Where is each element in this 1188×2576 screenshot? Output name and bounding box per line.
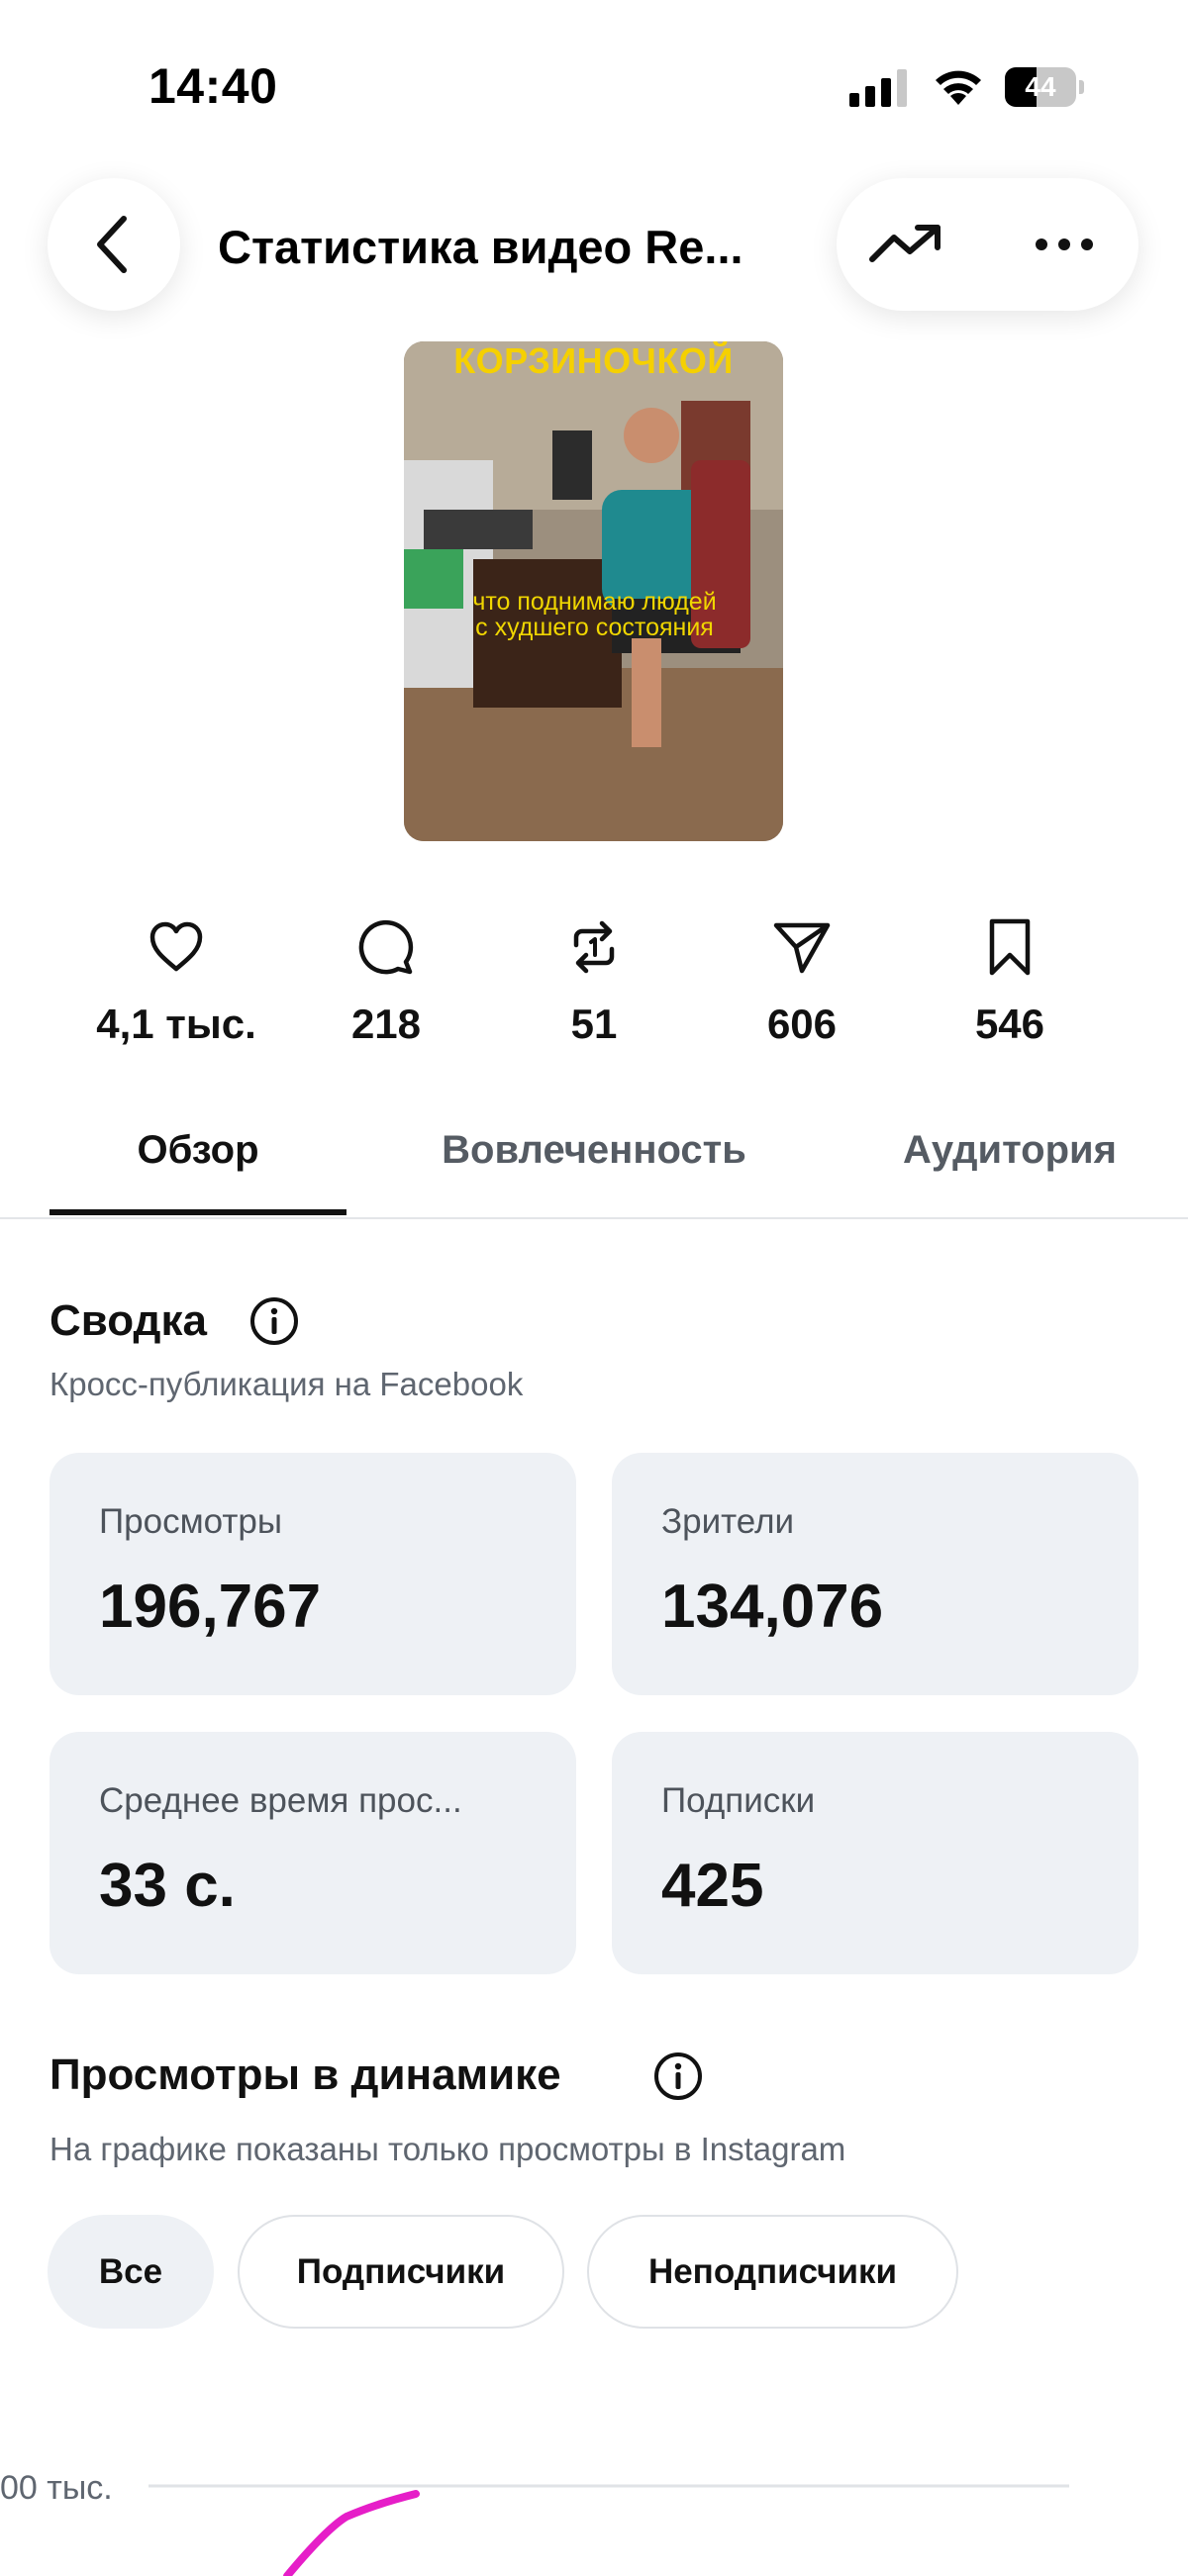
shares-count: 606 bbox=[766, 1001, 838, 1047]
avg-watch-time-card[interactable]: Среднее время прос... 33 с. bbox=[50, 1732, 576, 1974]
filter-chip-followers[interactable]: Подписчики bbox=[238, 2215, 564, 2329]
card-label: Среднее время прос... bbox=[99, 1781, 462, 1820]
video-thumbnail[interactable]: КОРЗИНОЧКОЙ что поднимаю людей с худшего… bbox=[404, 341, 783, 841]
reposts-count: 51 bbox=[570, 1001, 618, 1047]
more-horizontal-icon bbox=[1036, 239, 1093, 250]
video-caption-top: КОРЗИНОЧКОЙ bbox=[453, 341, 734, 381]
views-series-line bbox=[283, 2490, 420, 2576]
battery-percent: 44 bbox=[1025, 71, 1056, 102]
back-button[interactable] bbox=[48, 178, 180, 311]
card-label: Зрители bbox=[661, 1502, 795, 1541]
filter-chip-non-followers[interactable]: Неподписчики bbox=[587, 2215, 958, 2329]
header-actions bbox=[837, 178, 1138, 311]
page-title: Статистика видео Re... bbox=[218, 221, 743, 273]
cellular-signal-icon bbox=[849, 69, 907, 107]
reposts-stat[interactable]: 51 bbox=[495, 915, 693, 1048]
more-button[interactable] bbox=[1020, 210, 1109, 279]
comment-icon bbox=[358, 919, 414, 975]
card-label: Просмотры bbox=[99, 1502, 282, 1541]
active-tab-indicator bbox=[50, 1209, 346, 1215]
tab-audience[interactable]: Аудитория bbox=[851, 1128, 1168, 1173]
comments-count: 218 bbox=[350, 1001, 422, 1047]
card-value: 134,076 bbox=[661, 1573, 884, 1641]
summary-title: Сводка bbox=[50, 1296, 207, 1345]
status-bar: 14:40 44 bbox=[0, 0, 1188, 158]
shares-stat[interactable]: 606 bbox=[703, 915, 901, 1048]
trend-button[interactable] bbox=[861, 210, 950, 279]
saves-stat[interactable]: 546 bbox=[911, 915, 1109, 1048]
views-dynamics-subtitle: На графике показаны только просмотры в I… bbox=[50, 2131, 846, 2167]
follows-card[interactable]: Подписки 425 bbox=[612, 1732, 1138, 1974]
viewers-card[interactable]: Зрители 134,076 bbox=[612, 1453, 1138, 1695]
wifi-icon bbox=[936, 70, 981, 105]
bookmark-icon bbox=[989, 918, 1031, 976]
heart-icon bbox=[149, 921, 203, 972]
comments-stat[interactable]: 218 bbox=[287, 915, 485, 1048]
tab-overview[interactable]: Обзор bbox=[50, 1128, 346, 1173]
likes-stat[interactable]: 4,1 тыс. bbox=[77, 915, 275, 1048]
card-value: 425 bbox=[661, 1852, 764, 1920]
send-icon bbox=[773, 922, 831, 974]
trending-up-icon bbox=[869, 225, 940, 262]
repost-icon bbox=[573, 920, 615, 974]
filter-chip-all[interactable]: Все bbox=[48, 2215, 214, 2329]
likes-count: 4,1 тыс. bbox=[96, 1001, 256, 1047]
info-icon[interactable] bbox=[249, 1296, 299, 1346]
views-chart bbox=[148, 2484, 1069, 2576]
saves-count: 546 bbox=[974, 1001, 1045, 1047]
views-card[interactable]: Просмотры 196,767 bbox=[50, 1453, 576, 1695]
card-value: 196,767 bbox=[99, 1573, 322, 1641]
chevron-left-icon bbox=[97, 216, 127, 273]
tabs-divider bbox=[0, 1217, 1188, 1219]
summary-subtitle: Кросс-публикация на Facebook bbox=[50, 1366, 524, 1402]
tab-engagement[interactable]: Вовлеченность bbox=[416, 1128, 772, 1173]
card-label: Подписки bbox=[661, 1781, 816, 1820]
views-dynamics-title: Просмотры в динамике bbox=[50, 2051, 561, 2099]
video-caption-middle: что поднимаю людей с худшего состояния bbox=[472, 588, 717, 641]
info-icon[interactable] bbox=[653, 2051, 703, 2101]
card-value: 33 с. bbox=[99, 1852, 236, 1920]
status-time: 14:40 bbox=[148, 58, 278, 114]
battery-icon: 44 bbox=[1005, 67, 1084, 107]
